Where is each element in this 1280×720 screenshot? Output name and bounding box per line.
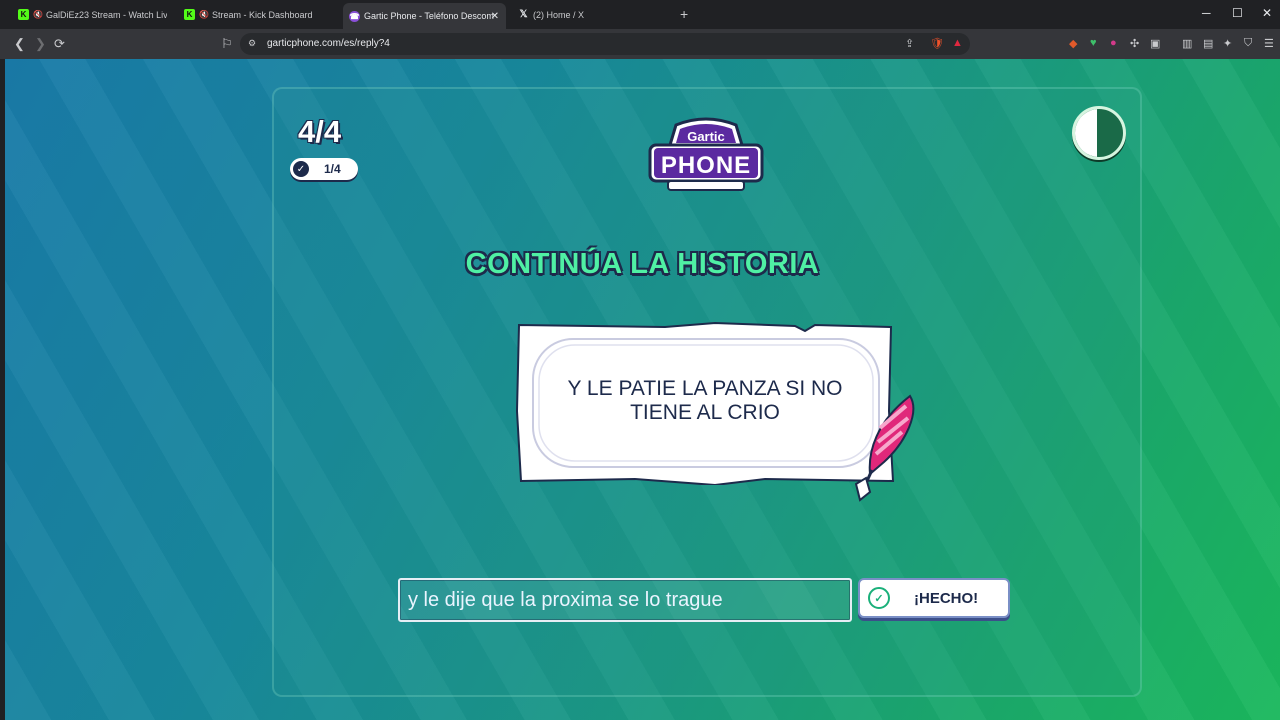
maximize-icon[interactable]: ☐ <box>1232 6 1243 20</box>
players-done-badge: ✓ 1/4 <box>290 158 358 180</box>
page-title: CONTINÚA LA HISTORIA <box>465 248 820 280</box>
answer-input-box[interactable] <box>398 578 852 622</box>
gartic-phone-logo: Gartic PHONE <box>648 117 764 191</box>
browser-toolbar: ❮ ❯ ⟳ ⚐ ⚙ garticphone.com/es/reply?4 ⇪ 🛡… <box>0 29 1280 59</box>
round-counter: 4/4 <box>298 114 342 149</box>
menu-icon[interactable]: ☰ <box>1264 37 1274 50</box>
quill-feather-icon <box>854 394 915 502</box>
kick-icon: K <box>18 9 29 20</box>
reload-icon[interactable]: ⟳ <box>54 36 65 52</box>
leo-ai-icon[interactable]: ✦ <box>1223 37 1232 50</box>
gartic-icon: ☎ <box>349 10 360 22</box>
done-button-label: ¡HECHO! <box>914 589 979 607</box>
minimize-icon[interactable]: ─ <box>1202 6 1211 20</box>
tab-kick-stream[interactable]: K 🔇 GalDiEz23 Stream - Watch Live o <box>12 4 167 25</box>
url-text[interactable]: garticphone.com/es/reply?4 <box>267 38 390 49</box>
extension-icon[interactable]: ● <box>1110 37 1117 49</box>
tab-title: Gartic Phone - Teléfono Descom <box>364 11 494 21</box>
turn-timer <box>1072 106 1126 160</box>
new-tab-icon[interactable]: + <box>680 6 688 22</box>
share-icon[interactable]: ⇪ <box>905 37 914 50</box>
answer-input[interactable] <box>400 580 850 620</box>
tab-title: GalDiEz23 Stream - Watch Live o <box>45 9 167 20</box>
tab-title: (2) Home / X <box>533 9 585 20</box>
muted-speaker-icon[interactable]: 🔇 <box>33 10 43 19</box>
players-done-count: 1/4 <box>324 162 341 176</box>
address-bar[interactable]: ⚙ garticphone.com/es/reply?4 ⇪ 🛡 ▲ <box>240 33 970 55</box>
kick-icon: K <box>184 9 195 20</box>
game-page: 4/4 ✓ 1/4 Gartic PHONE CONTINÚA LA HISTO… <box>5 59 1280 720</box>
vpn-icon[interactable]: ⛉ <box>1244 37 1252 50</box>
brave-rewards-icon[interactable]: ▲ <box>952 37 963 49</box>
done-button[interactable]: ✓ ¡HECHO! <box>858 578 1010 618</box>
check-icon: ✓ <box>868 587 890 609</box>
extensions-puzzle-icon[interactable]: ✣ <box>1130 37 1139 50</box>
tab-gartic-phone[interactable]: ☎ Gartic Phone - Teléfono Descom ✕ <box>343 3 506 29</box>
extension-icon[interactable]: ♥ <box>1090 37 1097 49</box>
back-icon[interactable]: ❮ <box>14 36 25 52</box>
sidebar-icon[interactable]: ▥ <box>1182 37 1192 50</box>
bookmark-icon[interactable]: ⚐ <box>221 36 233 52</box>
tab-x-home[interactable]: 𝕏 (2) Home / X <box>512 4 672 25</box>
svg-text:PHONE: PHONE <box>661 152 751 179</box>
x-icon: 𝕏 <box>519 9 528 20</box>
site-info-icon[interactable]: ⚙ <box>248 38 256 49</box>
forward-icon[interactable]: ❯ <box>35 36 46 52</box>
wallet-icon[interactable]: ▤ <box>1203 37 1213 50</box>
tab-strip: K 🔇 GalDiEz23 Stream - Watch Live o K 🔇 … <box>0 0 1280 29</box>
brave-shields-icon[interactable]: 🛡 <box>930 37 944 50</box>
timer-fill <box>1075 109 1098 157</box>
extension-icon[interactable]: ▣ <box>1150 37 1160 50</box>
tab-kick-dashboard[interactable]: K 🔇 Stream - Kick Dashboard <box>178 4 338 25</box>
muted-speaker-icon[interactable]: 🔇 <box>199 10 209 19</box>
svg-text:Gartic: Gartic <box>687 129 725 144</box>
tab-title: Stream - Kick Dashboard <box>211 9 313 20</box>
check-icon: ✓ <box>293 161 309 177</box>
extension-icon[interactable]: ◆ <box>1069 37 1077 50</box>
previous-story-text: Y LE PATIE LA PANZA SI NO TIENE AL CRIO <box>567 377 843 424</box>
close-window-icon[interactable]: ✕ <box>1262 6 1272 20</box>
close-tab-icon[interactable]: ✕ <box>491 11 499 22</box>
